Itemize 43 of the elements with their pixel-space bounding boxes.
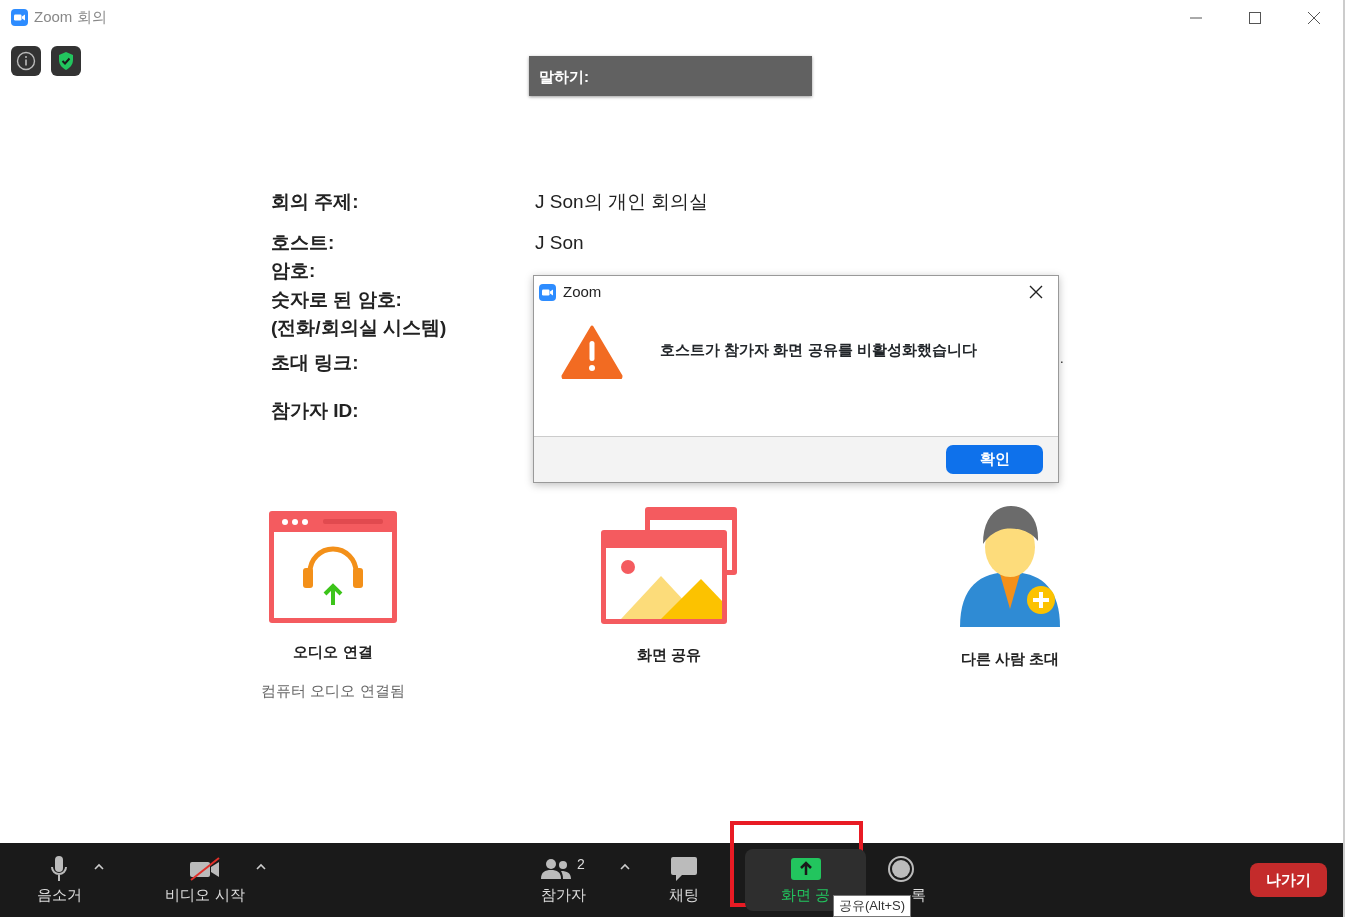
toolbar-button[interactable]: 비디오 시작 <box>160 849 250 911</box>
info-label: 초대 링크: <box>271 350 360 375</box>
toolbar-button[interactable]: 2 참가자 <box>528 849 598 911</box>
leave-button[interactable]: 나가기 <box>1250 863 1327 897</box>
info-value: J Son의 개인 회의실 <box>535 190 710 214</box>
window-title: Zoom 회의 <box>34 7 107 28</box>
chat-bubble-icon <box>670 855 698 882</box>
info-label: 암호: <box>271 259 317 283</box>
status-text: 컴퓨터 오디오 연결됨 <box>261 681 405 701</box>
caret-icon[interactable] <box>620 863 630 870</box>
zoom-logo-icon <box>11 9 28 26</box>
toolbar-button[interactable]: 음소거 <box>30 849 88 911</box>
maximize-icon[interactable] <box>1248 11 1261 24</box>
toolbar-button[interactable]: 채팅 <box>659 849 709 911</box>
security-shield-icon[interactable] <box>57 51 75 71</box>
info-label: 호스트: <box>271 230 336 255</box>
ok-button[interactable]: 확인 <box>946 445 1043 474</box>
tooltip: 공유(Alt+S) <box>833 895 912 917</box>
info-label: 회의 주제: <box>271 190 360 214</box>
microphone-icon <box>49 854 69 883</box>
info-value: . <box>1060 349 1065 368</box>
zoom-logo-icon <box>539 283 556 301</box>
info-value: J Son <box>535 230 585 255</box>
info-icon[interactable] <box>16 51 36 71</box>
close-icon[interactable] <box>1029 285 1043 299</box>
dialog-title: Zoom <box>563 281 602 302</box>
info-label: 참가자 ID: <box>271 399 360 423</box>
speaking-banner: 말하기: <box>529 56 812 96</box>
record-icon <box>887 854 915 883</box>
action-label[interactable]: 오디오 연결 <box>293 640 373 663</box>
info-label: (전화/회의실 시스템) <box>271 316 448 340</box>
caret-icon[interactable] <box>94 863 104 870</box>
headphone-window-drawing[interactable] <box>268 509 398 625</box>
warning-icon <box>561 325 623 379</box>
dialog-message: 호스트가 참가자 화면 공유를 비활성화했습니다 <box>660 340 977 360</box>
close-icon[interactable] <box>1307 11 1320 24</box>
caret-icon[interactable] <box>256 863 266 870</box>
video-off-icon <box>189 856 221 881</box>
action-label[interactable]: 다른 사람 초대 <box>960 647 1060 670</box>
count-text: 2 <box>577 855 585 875</box>
action-label[interactable]: 화면 공유 <box>636 643 702 666</box>
info-label: 숫자로 된 암호: <box>271 287 403 312</box>
people-icon <box>541 857 572 880</box>
